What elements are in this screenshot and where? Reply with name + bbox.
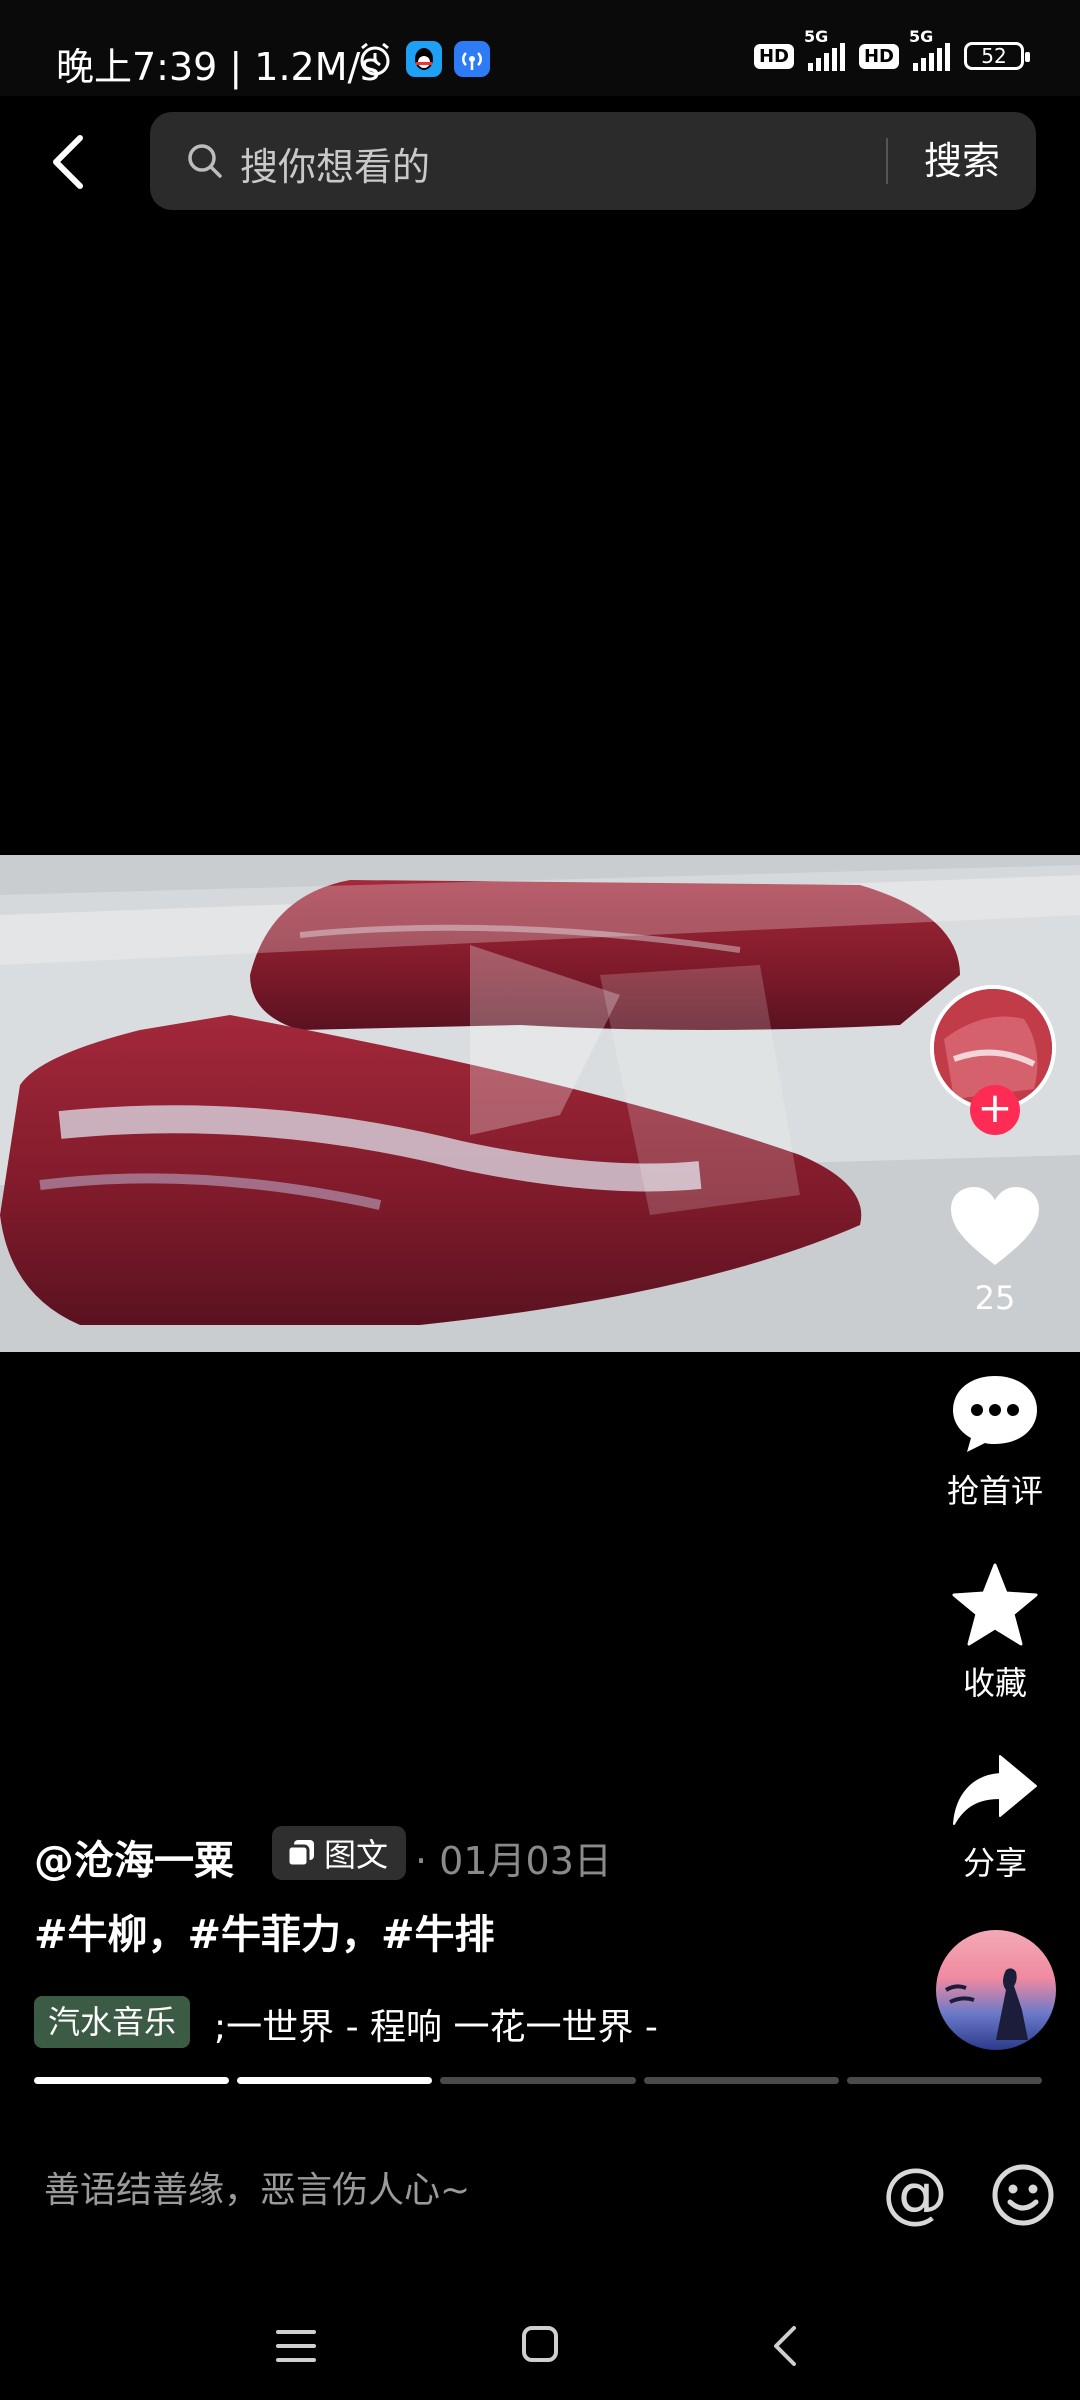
status-bar: 晚上7:39 | 1.2M/s HD 5G HD 5G 52: [0, 0, 1080, 96]
qq-icon: [406, 41, 442, 77]
search-icon: [188, 144, 222, 178]
like-count: 25: [974, 1279, 1016, 1317]
share-button[interactable]: 分享: [920, 1752, 1070, 1884]
star-icon: [952, 1563, 1038, 1646]
system-nav-bar: [0, 2280, 1080, 2400]
post-type-badge: 图文: [272, 1826, 407, 1880]
music-title[interactable]: ;一世界 - 程响 一花一世界 -: [214, 1998, 714, 2050]
like-button[interactable]: 25: [920, 1185, 1070, 1317]
share-label: 分享: [962, 1844, 1027, 1882]
hd-badge: HD: [858, 43, 899, 69]
mention-button[interactable]: @: [880, 2158, 950, 2228]
post-date: · 01月03日: [415, 1839, 612, 1883]
page-progress: [34, 2077, 1043, 2084]
progress-segment: [34, 2077, 230, 2084]
battery-icon: 52: [964, 42, 1030, 70]
network-label: 5G: [803, 27, 829, 46]
beef-tenderloin-photo: [0, 855, 1080, 1352]
image-text-icon: [286, 1840, 314, 1868]
status-time: 晚上7:39 | 1.2M/s: [56, 45, 381, 89]
progress-segment: [440, 2077, 636, 2084]
nav-home-icon[interactable]: [520, 2324, 560, 2364]
back-button[interactable]: [40, 122, 100, 202]
music-tag[interactable]: 汽水音乐: [34, 1996, 191, 2048]
comment-icon: [953, 1376, 1037, 1452]
progress-segment: [237, 2077, 433, 2084]
battery-level: 52: [981, 44, 1007, 68]
post-type-label: 图文: [324, 1836, 389, 1874]
favorite-button[interactable]: 收藏: [920, 1562, 1070, 1704]
signal-icon: 5G: [804, 27, 845, 71]
author-name[interactable]: @沧海一粟: [34, 1828, 234, 1886]
comment-label: 抢首评: [946, 1472, 1043, 1510]
heart-icon: [951, 1187, 1039, 1265]
hd-badge: HD: [753, 43, 794, 69]
emoji-button[interactable]: [990, 2162, 1056, 2228]
comment-input[interactable]: [44, 2160, 864, 2220]
progress-segment: [643, 2077, 839, 2084]
progress-segment: [846, 2077, 1043, 2084]
post-image[interactable]: [0, 855, 1080, 1352]
search-button[interactable]: 搜索: [888, 134, 1036, 188]
back-icon: [53, 135, 83, 189]
signal-icon: 5G: [909, 27, 950, 71]
status-app-icons: [356, 40, 490, 78]
hotspot-icon: [454, 41, 490, 77]
comment-button[interactable]: 抢首评: [920, 1372, 1070, 1512]
follow-button[interactable]: +: [970, 1085, 1020, 1135]
favorite-label: 收藏: [962, 1664, 1027, 1702]
music-cover-image: [944, 1968, 1028, 2040]
status-indicators: HD 5G HD 5G 52: [753, 27, 1030, 78]
emoji-icon: [992, 2164, 1054, 2226]
nav-back-icon[interactable]: [768, 2324, 804, 2368]
network-label: 5G: [909, 27, 934, 46]
search-input[interactable]: 搜你想看的: [240, 136, 430, 191]
alarm-icon: [360, 42, 390, 76]
search-bar[interactable]: 搜你想看的 搜索: [150, 112, 1036, 210]
music-disc[interactable]: [936, 1930, 1056, 2050]
share-icon: [953, 1755, 1037, 1825]
hashtags[interactable]: #牛柳，#牛菲力，#牛排: [34, 1902, 495, 1960]
nav-menu-icon[interactable]: [274, 2326, 318, 2366]
